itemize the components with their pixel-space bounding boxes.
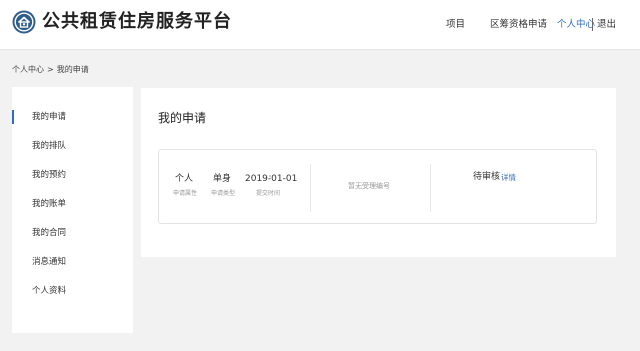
application-attribute-label: 申请属性 [173,190,198,197]
page-title: 我的申请 [158,111,207,125]
card-divider [430,164,431,212]
breadcrumb-user-center[interactable]: 个人中心 [12,65,44,74]
nav-projects[interactable]: 项目 [446,19,465,31]
card-divider [310,164,311,212]
submit-time-value: 2019-01-01 [245,174,298,184]
application-attribute: 个人 申请属性 [173,173,198,198]
sidebar-item-my-applications[interactable]: 我的申请 [12,108,133,126]
sidebar-item-notifications[interactable]: 消息通知 [12,253,133,271]
site-title[interactable]: 公共租赁住房服务平台 [42,11,232,33]
application-type: 单身 申请类型 [211,173,236,198]
top-header: 公共租赁住房服务平台 项目 区筹资格申请 个人中心 退出 [0,0,640,50]
nav-divider [592,18,593,31]
main-panel: 我的申请 个人 申请属性 单身 申请类型 2019-01-01 提交时间 暂无受… [141,88,616,257]
sidebar-item-my-bills[interactable]: 我的账单 [12,195,133,213]
breadcrumb-current: 我的申请 [56,65,89,74]
sidebar: 我的申请 我的排队 我的预约 我的账单 我的合同 消息通知 个人资料 [12,87,133,333]
detail-link[interactable]: 详情 [501,172,516,183]
status-badge: 待审核 [473,172,501,182]
sidebar-item-my-appointments[interactable]: 我的预约 [12,166,133,184]
house-emblem-icon[interactable] [12,10,36,34]
submit-time: 2019-01-01 提交时间 [245,173,298,198]
application-type-value: 单身 [212,174,231,184]
application-type-label: 申请类型 [211,190,236,197]
sidebar-item-my-contracts[interactable]: 我的合同 [12,224,133,242]
sidebar-item-profile[interactable]: 个人资料 [12,282,133,300]
application-card: 个人 申请属性 单身 申请类型 2019-01-01 提交时间 暂无受理编号 待… [158,149,597,224]
submit-time-label: 提交时间 [255,190,280,197]
nav-qualification-application[interactable]: 区筹资格申请 [490,19,547,31]
breadcrumb-separator: > [47,65,54,74]
nav-user-center[interactable]: 个人中心 [557,19,595,31]
application-attribute-value: 个人 [174,174,193,184]
acceptance-number: 暂无受理编号 [348,182,390,190]
breadcrumb: 个人中心 > 我的申请 [12,64,92,75]
sidebar-item-my-queue[interactable]: 我的排队 [12,137,133,155]
logout-link[interactable]: 退出 [597,19,616,31]
